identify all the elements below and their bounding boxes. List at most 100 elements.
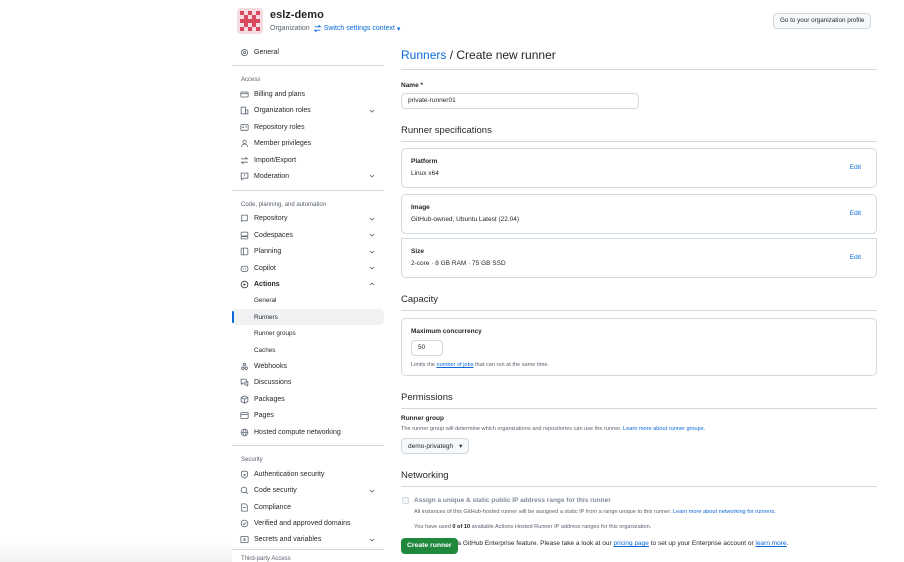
sidebar-heading-access: Access <box>241 77 261 84</box>
chevron-down-icon <box>368 487 376 495</box>
credit-card-icon <box>240 90 249 99</box>
sidebar-item-label: Actions <box>254 280 280 288</box>
sidebar-item-label: Organization roles <box>254 107 311 115</box>
name-label: Name * <box>401 82 424 89</box>
triangle-down-icon: ▾ <box>396 25 401 33</box>
create-runner-button[interactable]: Create runner <box>401 538 458 554</box>
runner-name-input[interactable]: private-runner01 <box>401 93 639 109</box>
max-concurrency-input[interactable]: 50 <box>411 340 443 356</box>
networking-learn-more-link[interactable]: Learn more about networking for runners. <box>673 509 776 515</box>
sidebar-subitem-actions-general[interactable]: General <box>232 293 384 309</box>
org-avatar[interactable] <box>237 8 263 34</box>
sidebar-item-label: Webhooks <box>254 362 287 370</box>
edit-size-button[interactable]: Edit <box>850 254 861 261</box>
sidebar-heading-third-party: Third-party Access <box>241 556 291 562</box>
runner-group-select[interactable]: demo-privategh ▾ <box>401 438 470 454</box>
sidebar-item-label: Authentication security <box>254 470 325 478</box>
edit-platform-button[interactable]: Edit <box>850 164 861 171</box>
sidebar-item-label: Billing and plans <box>254 91 305 99</box>
sidebar-item-actions[interactable]: Actions <box>232 276 384 292</box>
sidebar-item-webhooks[interactable]: Webhooks <box>232 358 384 374</box>
section-divider <box>401 310 877 311</box>
sidebar-subitem-runners[interactable]: Runners <box>232 309 384 326</box>
sidebar-item-billing[interactable]: Billing and plans <box>232 86 384 102</box>
sidebar-heading-security: Security <box>241 457 263 464</box>
chevron-down-icon <box>368 107 376 115</box>
sidebar-item-planning[interactable]: Planning <box>232 244 384 260</box>
key-asterisk-icon <box>240 535 249 544</box>
sidebar-item-secrets-variables[interactable]: Secrets and variables <box>232 532 384 548</box>
static-ip-label: Assign a unique & static public IP addre… <box>414 497 611 504</box>
sidebar-item-member-privileges[interactable]: Member privileges <box>232 136 384 152</box>
breadcrumb-runners[interactable]: Runners <box>401 48 446 62</box>
sidebar-item-org-roles[interactable]: Organization roles <box>232 103 384 119</box>
sidebar-item-verified-domains[interactable]: Verified and approved domains <box>232 515 384 531</box>
org-name[interactable]: eslz-demo <box>270 9 324 21</box>
number-of-jobs-link[interactable]: number of jobs <box>437 362 474 368</box>
globe-icon <box>240 428 249 437</box>
spec-platform: Platform Linux x64 Edit <box>401 148 877 188</box>
help-text: . <box>786 540 789 547</box>
section-divider <box>401 486 877 487</box>
sidebar-item-repo-roles[interactable]: Repository roles <box>232 119 384 135</box>
sidebar-item-label: Hosted compute networking <box>254 428 341 436</box>
capacity-heading: Capacity <box>401 294 438 305</box>
sidebar-divider <box>232 65 384 67</box>
chevron-down-icon <box>368 231 376 239</box>
person-icon <box>240 139 249 148</box>
file-badge-icon <box>240 503 249 512</box>
org-subtitle: Organization Switch settings context ▾ <box>270 24 400 33</box>
sidebar-item-label: Repository <box>254 215 288 223</box>
ip-ranges-used: You have used 0 of 10 available Actions … <box>401 524 877 530</box>
sidebar-item-moderation[interactable]: Moderation <box>232 168 384 184</box>
runner-group-value: demo-privategh <box>408 442 454 450</box>
pricing-page-link[interactable]: pricing page <box>613 540 648 547</box>
runner-groups-learn-more-link[interactable]: Learn more about runner groups. <box>623 426 705 432</box>
note-text: Static IP is a GitHub Enterprise feature… <box>425 540 788 547</box>
sidebar-item-label: Secrets and variables <box>254 536 322 544</box>
networking-heading: Networking <box>401 470 449 481</box>
sidebar-item-label: Code security <box>254 487 297 495</box>
sidebar-subitem-caches[interactable]: Caches <box>232 342 384 358</box>
sidebar-item-codespaces[interactable]: Codespaces <box>232 227 384 243</box>
sidebar-item-import-export[interactable]: Import/Export <box>232 152 384 168</box>
sidebar-item-packages[interactable]: Packages <box>232 391 384 407</box>
static-ip-option: Assign a unique & static public IP addre… <box>401 497 877 504</box>
sidebar-item-general[interactable]: General <box>232 44 384 60</box>
sidebar-item-code-security[interactable]: Code security <box>232 483 384 499</box>
static-ip-checkbox[interactable] <box>402 497 409 504</box>
comment-discussion-icon <box>240 378 249 388</box>
enterprise-note: Static IP is a GitHub Enterprise feature… <box>401 539 877 548</box>
section-divider <box>401 408 877 409</box>
sidebar-item-label: Discussions <box>254 379 292 387</box>
title-divider <box>401 69 877 70</box>
sidebar-item-label: Packages <box>254 395 285 403</box>
sidebar-item-repository[interactable]: Repository <box>232 211 384 227</box>
spec-title: Image <box>411 204 430 211</box>
sidebar-item-authentication-security[interactable]: Authentication security <box>232 466 384 482</box>
sidebar-item-discussions[interactable]: Discussions <box>232 375 384 391</box>
runner-specs-heading: Runner specifications <box>401 125 492 136</box>
sidebar-heading-code: Code, planning, and automation <box>241 201 327 208</box>
sidebar-item-compliance[interactable]: Compliance <box>232 499 384 515</box>
learn-more-link[interactable]: learn more <box>756 540 787 547</box>
chevron-down-icon <box>368 248 376 256</box>
page-title: Runners / Create new runner <box>401 46 877 64</box>
sidebar-item-hosted-compute-networking[interactable]: Hosted compute networking <box>232 424 384 440</box>
main-content: Runners / Create new runner Name * priva… <box>401 46 877 548</box>
sidebar-item-label: Copilot <box>254 264 276 272</box>
org-profile-button[interactable]: Go to your organization profile <box>773 13 872 29</box>
sidebar-subitem-runner-groups[interactable]: Runner groups <box>232 325 384 341</box>
sidebar-divider <box>232 189 384 191</box>
switch-context-link[interactable]: Switch settings context ▾ <box>313 24 401 33</box>
sidebar-item-label: Repository roles <box>254 123 305 131</box>
help-text: The runner group will determine which or… <box>401 426 624 432</box>
arrow-switch-icon <box>240 156 249 165</box>
sidebar-item-label: Verified and approved domains <box>254 520 351 528</box>
org-type: Organization <box>270 25 310 32</box>
edit-image-button[interactable]: Edit <box>850 210 861 217</box>
sidebar-item-copilot[interactable]: Copilot <box>232 260 384 276</box>
section-divider <box>401 141 877 142</box>
sidebar-item-pages[interactable]: Pages <box>232 407 384 423</box>
shield-lock-icon <box>240 470 249 479</box>
